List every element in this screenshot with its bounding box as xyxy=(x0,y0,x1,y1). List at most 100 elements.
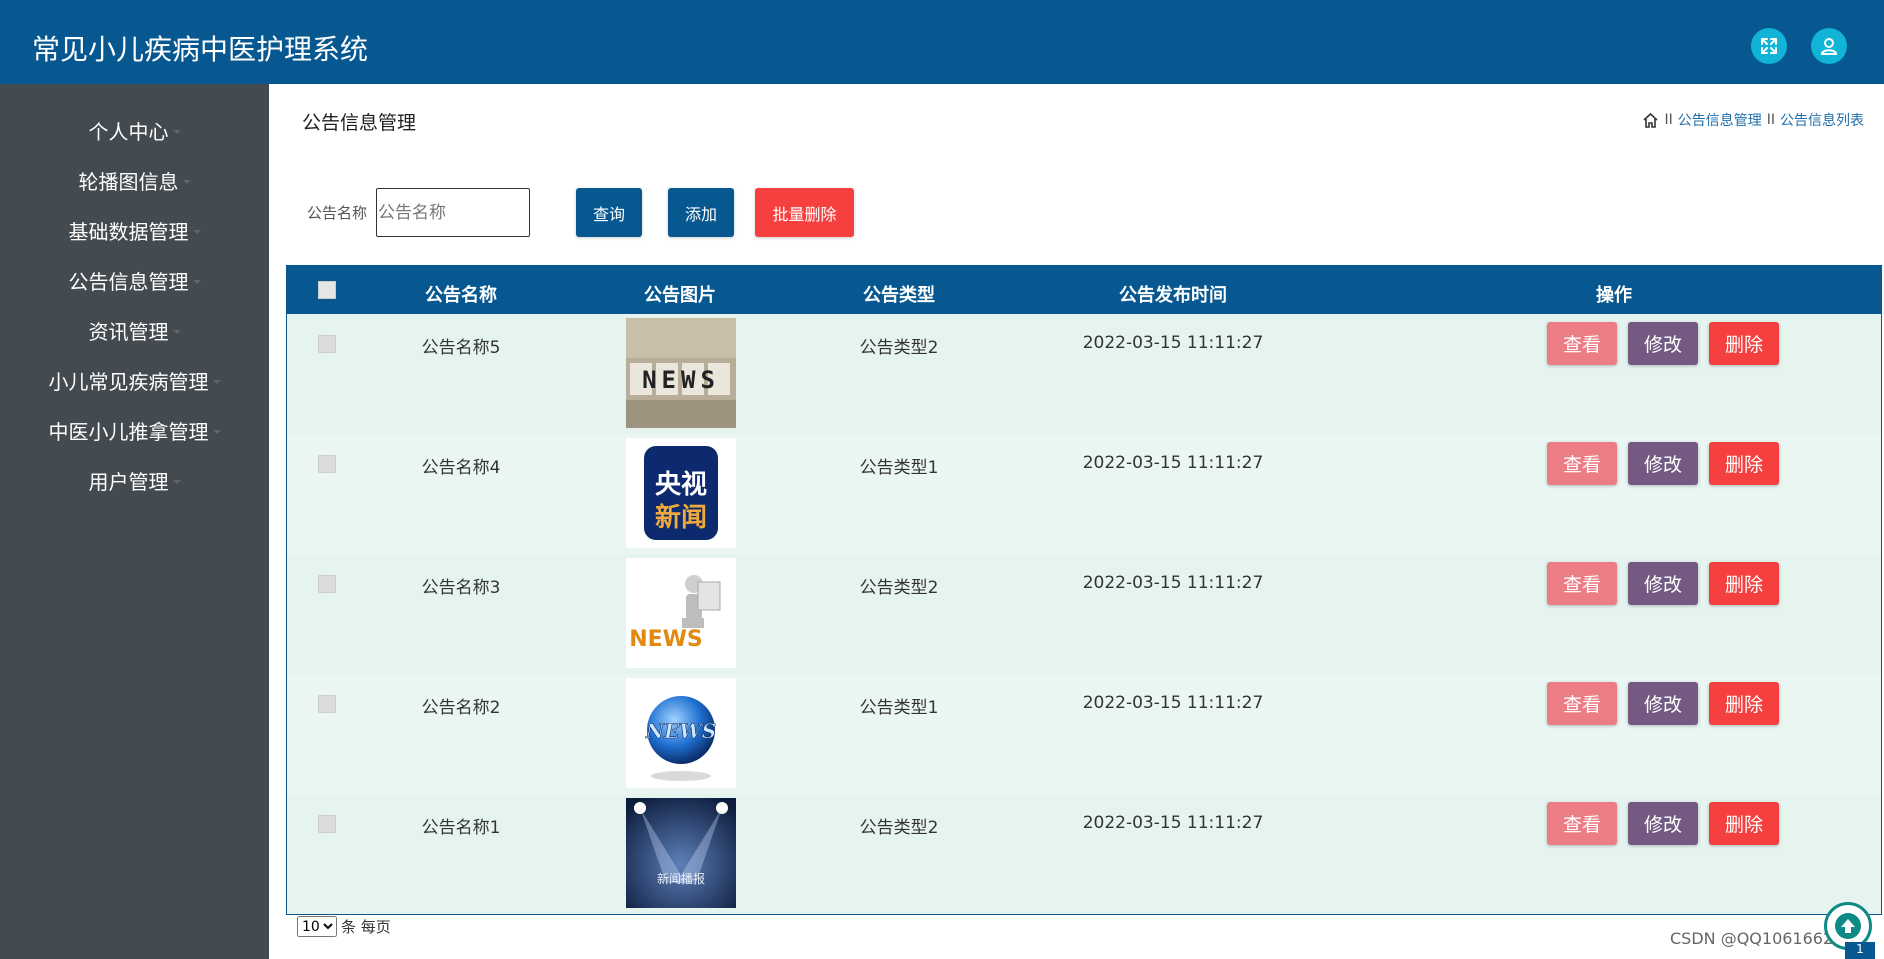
announcement-image: NEWS xyxy=(626,558,736,668)
cell-type: 公告类型1 xyxy=(859,458,939,478)
news-reader-figure-image: NEWS xyxy=(626,558,736,668)
query-button[interactable]: 查询 xyxy=(576,188,642,237)
sidebar-item-carousel[interactable]: 轮播图信息 xyxy=(0,160,269,200)
top-header: 常见小儿疾病中医护理系统 xyxy=(0,0,1884,84)
search-input[interactable] xyxy=(376,188,530,237)
sidebar-item-news[interactable]: 资讯管理 xyxy=(0,310,269,350)
caret-down-icon xyxy=(212,380,221,384)
row-checkbox[interactable] xyxy=(318,335,336,353)
view-button[interactable]: 查看 xyxy=(1547,442,1617,485)
sidebar-item-label: 资讯管理 xyxy=(88,319,169,344)
news-stage-image: 新闻播报 xyxy=(626,798,736,908)
main-content: 公告信息管理 II 公告信息管理 II 公告信息列表 公告名称 查询 添加 批量… xyxy=(269,84,1884,959)
view-button[interactable]: 查看 xyxy=(1547,682,1617,725)
current-page[interactable]: 1 xyxy=(1845,942,1875,959)
cctv-news-logo-image: 央视 新闻 xyxy=(626,438,736,548)
page-title: 公告信息管理 xyxy=(302,112,417,134)
cell-type: 公告类型2 xyxy=(859,818,939,838)
table-row: 公告名称1 新闻播报 公告类型2 2022-03-15 11:11:27 查看 … xyxy=(287,794,1881,914)
delete-button[interactable]: 删除 xyxy=(1709,322,1779,365)
edit-button[interactable]: 修改 xyxy=(1628,802,1698,845)
caret-down-icon xyxy=(192,280,201,284)
news-globe-image: NEWS xyxy=(626,678,736,788)
sidebar-item-label: 基础数据管理 xyxy=(68,219,189,244)
caret-down-icon xyxy=(192,230,201,234)
delete-button[interactable]: 删除 xyxy=(1709,562,1779,605)
cell-name: 公告名称5 xyxy=(421,338,501,358)
edit-button[interactable]: 修改 xyxy=(1628,442,1698,485)
sidebar-item-label: 轮播图信息 xyxy=(78,169,179,194)
row-checkbox[interactable] xyxy=(318,815,336,833)
edit-button[interactable]: 修改 xyxy=(1628,682,1698,725)
select-all-checkbox[interactable] xyxy=(318,281,336,299)
view-button[interactable]: 查看 xyxy=(1547,562,1617,605)
sidebar-item-massage[interactable]: 中医小儿推拿管理 xyxy=(0,410,269,450)
view-button[interactable]: 查看 xyxy=(1547,322,1617,365)
news-blocks-image: NEWS xyxy=(626,318,736,428)
sidebar-item-announcements[interactable]: 公告信息管理 xyxy=(0,260,269,300)
delete-button[interactable]: 删除 xyxy=(1709,682,1779,725)
sidebar: 个人中心 轮播图信息 基础数据管理 公告信息管理 资讯管理 小儿常见疾病管理 中… xyxy=(0,84,269,959)
column-header-actions: 操作 xyxy=(1596,285,1632,306)
announcement-image: NEWS xyxy=(626,678,736,788)
breadcrumb-item[interactable]: 公告信息管理 xyxy=(1678,110,1762,130)
table-row: 公告名称5 NEWS 公告类型2 2022-03-15 11:11:27 查看 … xyxy=(287,314,1881,434)
row-checkbox[interactable] xyxy=(318,695,336,713)
add-button[interactable]: 添加 xyxy=(668,188,734,237)
breadcrumb-separator: II xyxy=(1664,112,1673,128)
caret-down-icon xyxy=(172,130,181,134)
cell-name: 公告名称2 xyxy=(421,698,501,718)
svg-text:央视: 央视 xyxy=(655,470,707,500)
arrow-up-icon xyxy=(1835,913,1861,939)
sidebar-item-label: 公告信息管理 xyxy=(68,269,189,294)
table-row: 公告名称4 央视 新闻 公告类型1 2022-03-15 11:11:27 查看… xyxy=(287,434,1881,554)
caret-down-icon xyxy=(172,330,181,334)
cell-name: 公告名称1 xyxy=(421,818,501,838)
edit-button[interactable]: 修改 xyxy=(1628,562,1698,605)
breadcrumb-separator: II xyxy=(1766,112,1775,128)
delete-button[interactable]: 删除 xyxy=(1709,442,1779,485)
caret-down-icon xyxy=(172,480,181,484)
svg-text:新闻: 新闻 xyxy=(655,502,707,533)
view-button[interactable]: 查看 xyxy=(1547,802,1617,845)
svg-text:NEWS: NEWS xyxy=(645,719,716,743)
expand-icon xyxy=(1761,38,1777,54)
column-header-time: 公告发布时间 xyxy=(1119,285,1227,306)
caret-down-icon xyxy=(182,180,191,184)
sidebar-item-basic-data[interactable]: 基础数据管理 xyxy=(0,210,269,250)
row-checkbox[interactable] xyxy=(318,575,336,593)
row-checkbox[interactable] xyxy=(318,455,336,473)
announcement-table: 公告名称 公告图片 公告类型 公告发布时间 操作 公告名称5 NEWS 公告类型… xyxy=(286,265,1882,915)
svg-text:新闻播报: 新闻播报 xyxy=(657,871,705,886)
caret-down-icon xyxy=(212,430,221,434)
sidebar-item-label: 用户管理 xyxy=(88,469,169,494)
cell-time: 2022-03-15 11:11:27 xyxy=(1082,573,1264,593)
sidebar-item-label: 小儿常见疾病管理 xyxy=(48,369,209,394)
breadcrumb-item[interactable]: 公告信息列表 xyxy=(1780,110,1864,130)
fullscreen-button[interactable] xyxy=(1751,28,1787,64)
batch-delete-button[interactable]: 批量删除 xyxy=(755,188,854,237)
table-header: 公告名称 公告图片 公告类型 公告发布时间 操作 xyxy=(287,266,1881,314)
svg-text:NEWS: NEWS xyxy=(629,627,703,652)
column-header-name: 公告名称 xyxy=(425,285,497,306)
sidebar-item-personal-center[interactable]: 个人中心 xyxy=(0,110,269,150)
delete-button[interactable]: 删除 xyxy=(1709,802,1779,845)
table-row: 公告名称2 NEWS 公告类型1 2022-03-15 11:11:27 查看 … xyxy=(287,674,1881,794)
sidebar-item-diseases[interactable]: 小儿常见疾病管理 xyxy=(0,360,269,400)
home-icon[interactable] xyxy=(1642,112,1659,129)
edit-button[interactable]: 修改 xyxy=(1628,322,1698,365)
cell-type: 公告类型1 xyxy=(859,698,939,718)
cell-name: 公告名称4 xyxy=(421,458,501,478)
page-size-select[interactable]: 10 xyxy=(297,916,337,937)
cell-name: 公告名称3 xyxy=(421,578,501,598)
svg-text:NEWS: NEWS xyxy=(642,366,720,394)
cell-time: 2022-03-15 11:11:27 xyxy=(1082,813,1264,833)
cell-time: 2022-03-15 11:11:27 xyxy=(1082,333,1264,353)
announcement-image: 央视 新闻 xyxy=(626,438,736,548)
sidebar-item-users[interactable]: 用户管理 xyxy=(0,460,269,500)
sidebar-item-label: 中医小儿推拿管理 xyxy=(48,419,209,444)
cell-type: 公告类型2 xyxy=(859,338,939,358)
column-header-image: 公告图片 xyxy=(644,285,716,306)
user-menu-button[interactable] xyxy=(1811,28,1847,64)
sidebar-item-label: 个人中心 xyxy=(88,119,169,144)
